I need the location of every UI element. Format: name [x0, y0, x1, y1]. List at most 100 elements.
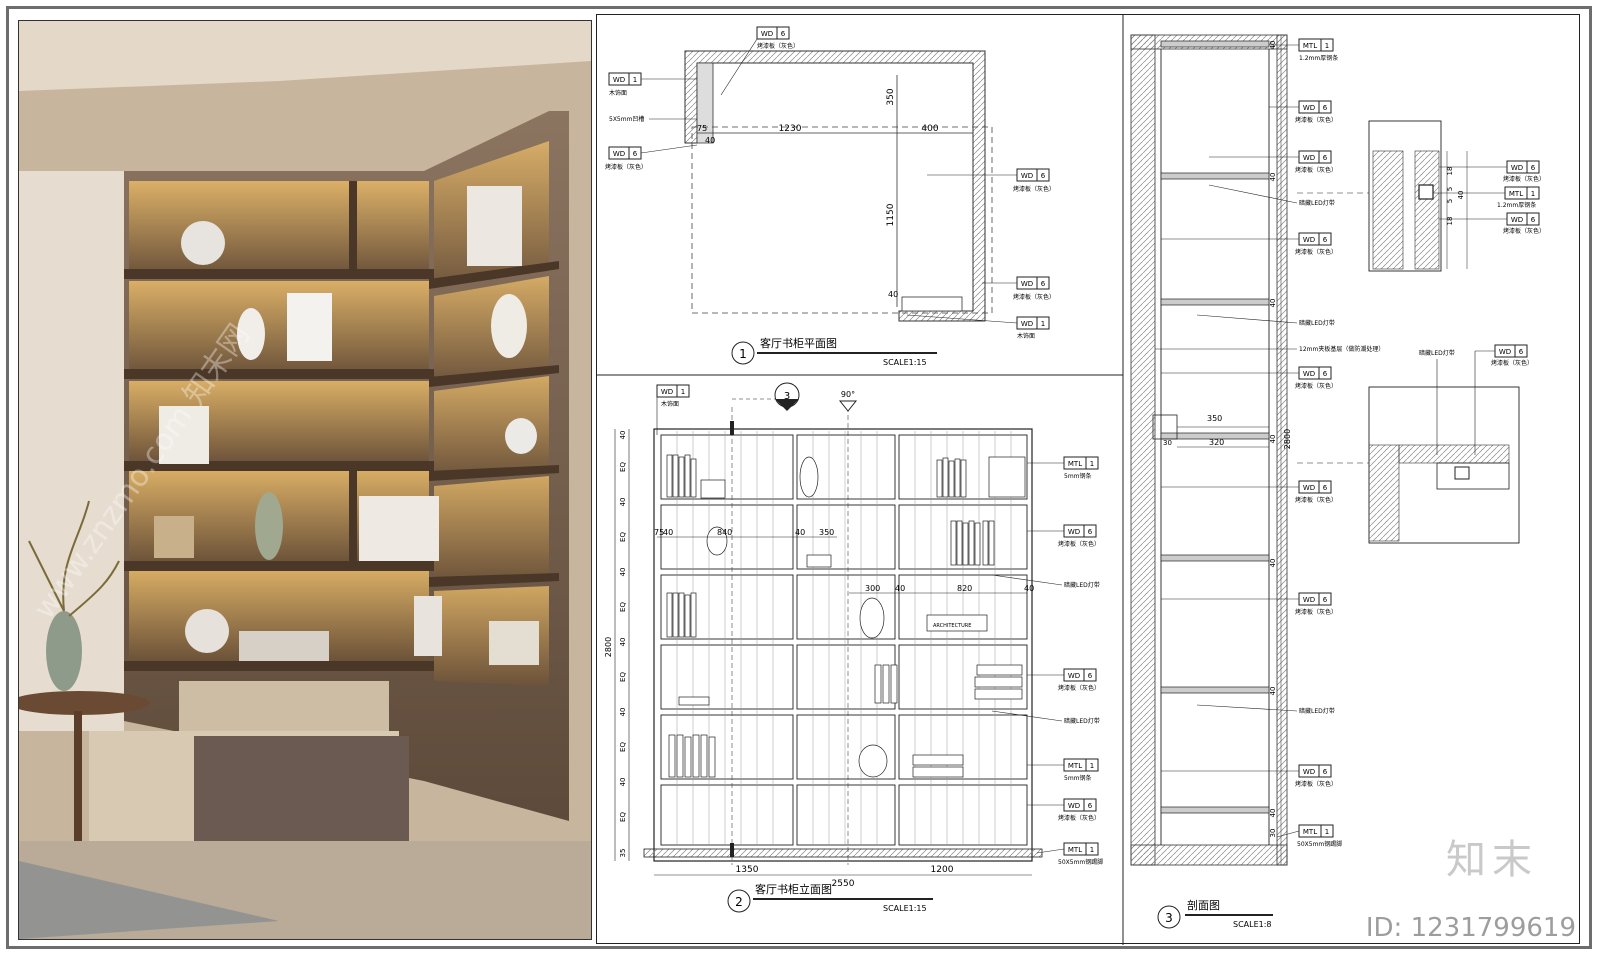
- elev-tag-mtl1-a: MTL 1 5mm钢条: [1027, 456, 1099, 480]
- photo-illustration: www.znzmo.com 知末网: [19, 21, 591, 939]
- rendered-photo: www.znzmo.com 知末网: [18, 20, 592, 940]
- section-scale: SCALE1:8: [1233, 920, 1272, 929]
- svg-text:40: 40: [619, 498, 627, 507]
- plan-title: 客厅书柜平面图: [760, 336, 837, 350]
- svg-text:烤漆板（灰色）: 烤漆板（灰色）: [1013, 293, 1055, 301]
- sec-tag-wd6-7: WD 6 烤漆板（灰色）: [1161, 764, 1337, 788]
- svg-text:烤漆板（灰色）: 烤漆板（灰色）: [1295, 166, 1337, 174]
- svg-text:WD: WD: [613, 150, 625, 158]
- elev-dim-1200: 1200: [931, 865, 954, 875]
- svg-text:5: 5: [1446, 199, 1454, 203]
- svg-text:6: 6: [1531, 216, 1536, 224]
- svg-text:6: 6: [1041, 172, 1046, 180]
- cad-drawings: 1230 400 350 1150 40 75 40 WD 1 木饰面 5X5mm…: [597, 15, 1545, 945]
- svg-text:WD: WD: [1303, 154, 1315, 162]
- svg-text:40: 40: [619, 431, 627, 440]
- svg-text:MTL: MTL: [1303, 42, 1317, 50]
- elevation-view: ARCHITECTURE 3 90° 2800 40 EQ 40 EQ 40 E…: [604, 382, 1103, 913]
- sec-note-plywood: 12mm夹板基层（做防潮处理）: [1299, 345, 1384, 353]
- svg-text:1: 1: [1041, 320, 1045, 328]
- svg-text:烤漆板（灰色）: 烤漆板（灰色）: [757, 42, 799, 50]
- svg-text:EQ: EQ: [619, 672, 627, 682]
- plan-dim-40b: 40: [705, 136, 715, 145]
- svg-text:6: 6: [1088, 672, 1093, 680]
- svg-text:350: 350: [819, 528, 834, 537]
- section-detail-bottom: WD 6 烤漆板（灰色） 暗藏LED灯带: [1297, 344, 1533, 544]
- svg-text:1: 1: [1090, 846, 1094, 854]
- svg-text:WD: WD: [1303, 484, 1315, 492]
- svg-text:6: 6: [633, 150, 638, 158]
- svg-text:40: 40: [795, 528, 805, 537]
- svg-text:1: 1: [1325, 828, 1329, 836]
- svg-text:EQ: EQ: [619, 742, 627, 752]
- plan-view: 1230 400 350 1150 40 75 40 WD 1 木饰面 5X5mm…: [605, 26, 1055, 367]
- cad-sheet: 1230 400 350 1150 40 75 40 WD 1 木饰面 5X5mm…: [596, 14, 1580, 945]
- svg-text:WD: WD: [1021, 320, 1033, 328]
- plan-dim-1150: 1150: [886, 203, 896, 226]
- svg-text:40: 40: [1024, 584, 1034, 593]
- svg-text:6: 6: [1323, 768, 1328, 776]
- svg-text:1: 1: [1531, 190, 1535, 198]
- svg-text:40: 40: [619, 708, 627, 717]
- svg-text:6: 6: [1323, 484, 1328, 492]
- sec-tag-wd6-6: WD 6 烤漆板（灰色）: [1161, 592, 1337, 616]
- plan-dim-75: 75: [697, 124, 707, 133]
- svg-text:6: 6: [1323, 154, 1328, 162]
- svg-text:18: 18: [1446, 167, 1454, 176]
- svg-text:MTL: MTL: [1068, 846, 1082, 854]
- svg-text:18: 18: [1446, 217, 1454, 226]
- svg-text:烤漆板（灰色）: 烤漆板（灰色）: [1295, 382, 1337, 390]
- svg-text:烤漆板（灰色）: 烤漆板（灰色）: [1295, 248, 1337, 256]
- elev-note-led-a: 暗藏LED灯带: [1064, 581, 1100, 589]
- plan-tag-wd6-left: WD 6 烤漆板（灰色）: [605, 144, 698, 171]
- svg-text:WD: WD: [1303, 104, 1315, 112]
- svg-text:WD: WD: [761, 30, 773, 38]
- elev-height: 2800: [604, 637, 613, 657]
- svg-text:40: 40: [663, 528, 673, 537]
- detail-note-led: 暗藏LED灯带: [1419, 349, 1455, 357]
- sec-note-led-1: 暗藏LED灯带: [1299, 199, 1335, 207]
- svg-text:40: 40: [1269, 809, 1277, 818]
- elev-tag-mtl1-c: MTL 1 50X5mm钢踢脚: [1036, 842, 1103, 866]
- section-view: 350 320 30 40 40 40 40 40 40 30 40 2800 …: [1130, 34, 1545, 929]
- svg-text:40: 40: [1457, 191, 1465, 200]
- svg-text:6: 6: [1088, 802, 1093, 810]
- svg-text:40: 40: [895, 584, 905, 593]
- angle-marker: 90°: [841, 390, 855, 399]
- sec-note-led-3: 暗藏LED灯带: [1299, 707, 1335, 715]
- svg-text:35: 35: [619, 849, 627, 858]
- svg-text:30: 30: [1269, 829, 1277, 838]
- svg-text:MTL: MTL: [1068, 762, 1082, 770]
- svg-text:MTL: MTL: [1068, 460, 1082, 468]
- svg-text:40: 40: [1269, 173, 1277, 182]
- svg-text:6: 6: [1088, 528, 1093, 536]
- svg-text:300: 300: [865, 584, 880, 593]
- plan-number: 1: [739, 347, 747, 361]
- plan-dim-40: 40: [888, 290, 898, 299]
- svg-text:820: 820: [957, 584, 972, 593]
- svg-text:40: 40: [1269, 435, 1277, 444]
- svg-text:WD: WD: [1511, 164, 1523, 172]
- sec-note-led-2: 暗藏LED灯带: [1299, 319, 1335, 327]
- svg-text:30: 30: [1163, 439, 1172, 447]
- svg-text:40: 40: [619, 778, 627, 787]
- svg-text:WD: WD: [1511, 216, 1523, 224]
- svg-text:40: 40: [619, 638, 627, 647]
- svg-text:1.2mm厚钢条: 1.2mm厚钢条: [1497, 201, 1536, 209]
- svg-text:6: 6: [1323, 370, 1328, 378]
- elev-dim-1350: 1350: [736, 865, 759, 875]
- svg-text:WD: WD: [1303, 236, 1315, 244]
- svg-text:40: 40: [1269, 299, 1277, 308]
- svg-text:WD: WD: [613, 76, 625, 84]
- svg-text:840: 840: [717, 528, 732, 537]
- section-height: 2800: [1283, 429, 1292, 449]
- svg-text:6: 6: [1323, 104, 1328, 112]
- svg-text:木饰面: 木饰面: [609, 89, 627, 97]
- svg-text:6: 6: [1041, 280, 1046, 288]
- svg-text:WD: WD: [1303, 370, 1315, 378]
- plan-tag-wd6-right1: WD 6 烤漆板（灰色）: [927, 168, 1055, 193]
- sec-tag-wd6-2: WD 6 烤漆板（灰色）: [1209, 150, 1337, 174]
- elev-tag-wd1: WD 1 木饰面: [656, 384, 690, 435]
- svg-text:烤漆板（灰色）: 烤漆板（灰色）: [1058, 540, 1100, 548]
- svg-text:1: 1: [633, 76, 637, 84]
